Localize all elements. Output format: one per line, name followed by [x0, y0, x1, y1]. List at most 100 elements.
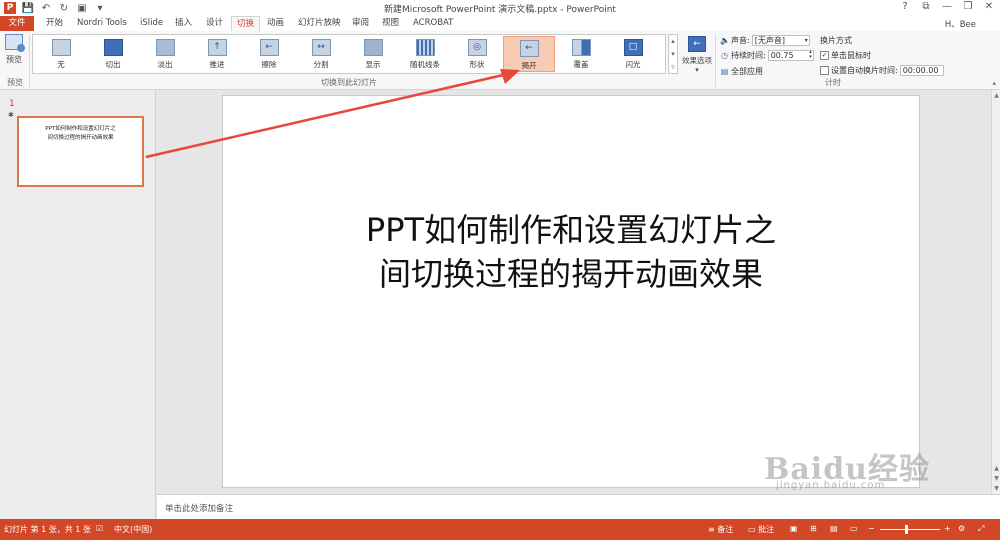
chevron-down-icon: ▾ [804, 37, 808, 44]
transition-shape[interactable]: ◎ 形状 [451, 36, 503, 72]
ribbon-display-icon[interactable]: ⧉ [921, 1, 931, 12]
gallery-down-icon[interactable]: ▾ [669, 48, 677, 61]
transition-split-icon: ↔ [311, 39, 331, 56]
spinner-icon[interactable]: ▴ ▾ [809, 50, 812, 60]
slide-thumbnail[interactable]: PPT如何制作和设置幻灯片之 间切换过程的揭开动画效果 [17, 116, 144, 187]
thumbnail-text-line: 间切换过程的揭开动画效果 [47, 135, 114, 141]
scroll-down-icon[interactable]: ▼ [992, 485, 1000, 492]
preview-button[interactable]: 预览 [3, 34, 25, 70]
minimize-icon[interactable]: — [942, 1, 952, 12]
help-icon[interactable]: ? [900, 1, 910, 12]
tab-home[interactable]: 开始 [41, 16, 68, 31]
chevron-down-icon: ▾ [695, 66, 699, 74]
transition-shape-icon: ◎ [467, 39, 487, 56]
transition-star-icon: ✱ [8, 111, 14, 119]
apply-all-button[interactable]: ▤ 全部应用 [720, 66, 763, 77]
transition-reveal-icon [363, 39, 383, 56]
restore-icon[interactable]: ❐ [963, 1, 973, 12]
tab-file[interactable]: 文件 [0, 16, 34, 31]
transition-split[interactable]: ↔ 分割 [295, 36, 347, 72]
on-click-checkbox[interactable]: ✓ [820, 51, 829, 60]
normal-view-icon[interactable]: ▣ [790, 524, 798, 533]
transition-uncover[interactable]: ← 揭开 [503, 36, 555, 72]
transition-split-label: 分割 [313, 60, 329, 69]
notes-icon: ≡ [708, 525, 715, 534]
auto-advance-value: 00:00.00 [902, 66, 939, 75]
gallery-more-icon[interactable]: ▿ [669, 61, 677, 74]
tab-islide[interactable]: iSlide [135, 16, 168, 31]
tab-animations[interactable]: 动画 [262, 16, 289, 31]
transition-none-label: 无 [57, 60, 65, 69]
spellcheck-icon[interactable]: ☑ [96, 524, 103, 533]
slide-number: 1 [9, 99, 15, 109]
transition-cut[interactable]: 切出 [87, 36, 139, 72]
transition-flash-icon: □ [623, 39, 643, 56]
slide-editor: PPT如何制作和设置幻灯片之 间切换过程的揭开动画效果 ▲ ▲ ▼ ▼ [157, 90, 1000, 494]
slide-canvas[interactable]: PPT如何制作和设置幻灯片之 间切换过程的揭开动画效果 [222, 95, 920, 488]
on-click-label: 单击鼠标时 [831, 51, 871, 60]
advance-heading-label: 换片方式 [820, 36, 852, 45]
comments-toggle[interactable]: ▭ 批注 [748, 524, 774, 535]
scroll-up-icon[interactable]: ▲ [992, 92, 1000, 99]
sound-select[interactable]: [无声音] ▾ [751, 35, 810, 46]
zoom-out-icon[interactable]: − [868, 524, 875, 533]
transition-wipe[interactable]: ← 擦除 [243, 36, 295, 72]
transition-cover[interactable]: 覆盖 [555, 36, 607, 72]
transition-none[interactable]: 无 [35, 36, 87, 72]
tab-acrobat[interactable]: ACROBAT [408, 16, 458, 31]
zoom-slider[interactable] [880, 529, 940, 530]
reading-view-icon[interactable]: ▤ [830, 524, 838, 533]
on-click-option[interactable]: ✓ 单击鼠标时 [820, 50, 871, 61]
gallery-up-icon[interactable]: ▴ [669, 35, 677, 48]
duration-input[interactable]: 00.75 ▴ ▾ [767, 50, 814, 61]
tab-design[interactable]: 设计 [201, 16, 228, 31]
comments-toggle-label: 批注 [758, 525, 775, 534]
ime-icon[interactable]: ⚙ [958, 524, 965, 533]
tab-nordri-tools[interactable]: Nordri Tools [72, 16, 132, 31]
duration-label: 持续时间: [731, 51, 766, 60]
auto-advance-checkbox[interactable] [820, 66, 829, 75]
auto-advance-option[interactable]: 设置自动换片时间: 00:00.00 [820, 65, 944, 76]
slideshow-view-icon[interactable]: ▭ [850, 524, 858, 533]
language-status[interactable]: 中文(中国) [114, 524, 152, 535]
group-divider [715, 34, 716, 87]
notes-pane[interactable]: 单击此处添加备注 [157, 494, 1000, 519]
transition-shape-label: 形状 [469, 60, 485, 69]
tab-insert[interactable]: 插入 [170, 16, 197, 31]
close-icon[interactable]: ✕ [984, 1, 994, 12]
transition-random-bars[interactable]: 随机线条 [399, 36, 451, 72]
transition-reveal[interactable]: 显示 [347, 36, 399, 72]
clock-icon: ◷ [721, 51, 728, 60]
user-name[interactable]: H、Bee [945, 18, 976, 30]
collapse-ribbon-icon[interactable]: ▴ [992, 79, 996, 87]
window-title: 新建Microsoft PowerPoint 演示文稿.pptx - Power… [384, 5, 616, 15]
fit-slide-icon[interactable]: ⤢ [978, 524, 984, 534]
vertical-scrollbar[interactable]: ▲ ▲ ▼ ▼ [991, 90, 1000, 494]
tab-review[interactable]: 审阅 [347, 16, 374, 31]
transition-random-bars-label: 随机线条 [410, 60, 440, 69]
comment-icon: ▭ [748, 525, 756, 534]
auto-advance-input[interactable]: 00:00.00 [899, 65, 944, 76]
transition-push[interactable]: ↑ 推进 [191, 36, 243, 72]
tab-slideshow[interactable]: 幻灯片放映 [293, 16, 346, 31]
tab-view[interactable]: 视图 [377, 16, 404, 31]
previous-slide-icon[interactable]: ▲ [992, 465, 1000, 472]
slide-title[interactable]: PPT如何制作和设置幻灯片之 间切换过程的揭开动画效果 [223, 208, 919, 296]
slide-title-line: 间切换过程的揭开动画效果 [378, 255, 763, 293]
transition-flash[interactable]: □ 闪光 [607, 36, 659, 72]
transition-random-bars-icon [415, 39, 435, 56]
ribbon: 预览 预览 无 切出 淡出 ↑ 推进 ← 擦除 ↔ 分割 显示 随机线条 ◎ 形… [0, 31, 1000, 90]
next-slide-icon[interactable]: ▼ [992, 475, 1000, 482]
tab-transitions[interactable]: 切换 [231, 16, 261, 31]
sorter-view-icon[interactable]: ⊞ [810, 524, 817, 533]
gallery-scroll[interactable]: ▴ ▾ ▿ [668, 34, 678, 74]
effect-options-button[interactable]: ← 效果选项 ▾ [680, 34, 714, 82]
transition-fade[interactable]: 淡出 [139, 36, 191, 72]
transition-push-icon: ↑ [207, 39, 227, 56]
transition-cover-label: 覆盖 [573, 60, 589, 69]
zoom-slider-handle[interactable] [905, 525, 908, 534]
zoom-in-icon[interactable]: + [944, 524, 951, 533]
notes-toggle[interactable]: ≡ 备注 [708, 524, 733, 535]
group-label-timing: 计时 [825, 78, 841, 87]
effect-options-icon: ← [688, 36, 706, 52]
